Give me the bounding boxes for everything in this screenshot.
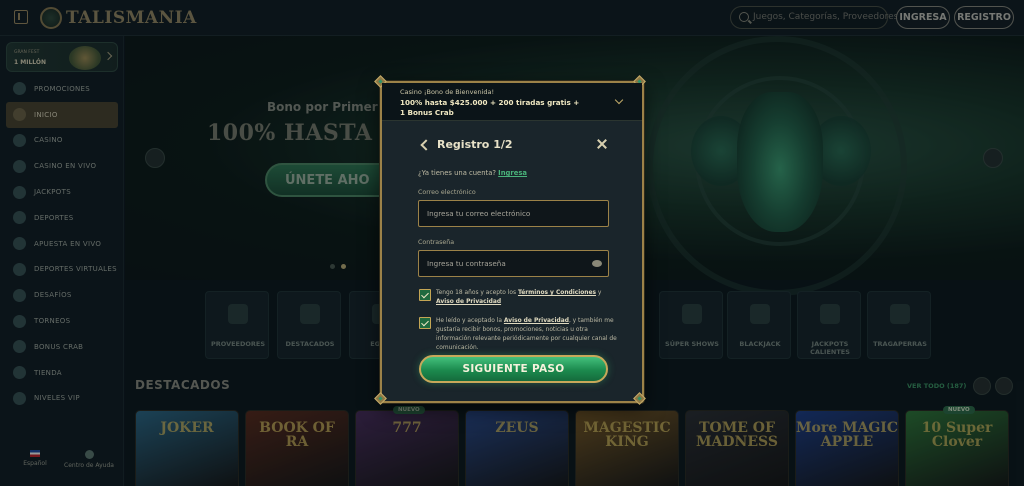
bonus-offer: 100% hasta $425.000 + 200 tiradas gratis… [400, 98, 580, 117]
show-password-icon[interactable] [592, 260, 602, 267]
terms-text: Tengo 18 años y acepto los Términos y Co… [436, 289, 618, 307]
back-arrow-icon[interactable] [420, 139, 432, 151]
password-input[interactable] [419, 251, 608, 276]
terms-text-2: y [597, 290, 602, 296]
password-label: Contraseña [418, 239, 455, 246]
chevron-down-icon[interactable] [614, 95, 624, 105]
welcome-bonus-bar[interactable]: Casino ¡Bono de Bienvenida! 100% hasta $… [382, 83, 642, 121]
email-field[interactable] [418, 200, 609, 227]
email-label: Correo electrónico [418, 189, 476, 196]
close-icon[interactable] [596, 138, 608, 150]
next-step-label: SIGUIENTE PASO [462, 363, 565, 375]
password-field[interactable] [418, 250, 609, 277]
have-account-label: ¿Ya tienes una cuenta? [418, 169, 496, 177]
consent-text: He leído y aceptado la Aviso de Privacid… [436, 317, 618, 353]
login-link[interactable]: Ingresa [498, 169, 527, 177]
terms-text-1: Tengo 18 años y acepto los [436, 290, 517, 296]
terms-link[interactable]: Términos y Condiciones [518, 290, 596, 296]
next-step-button[interactable]: SIGUIENTE PASO [419, 355, 608, 383]
privacy-link[interactable]: Aviso de Privacidad [436, 299, 501, 305]
bonus-caption: Casino ¡Bono de Bienvenida! [400, 88, 495, 96]
marketing-consent-checkbox[interactable] [419, 317, 431, 329]
registration-modal: Casino ¡Bono de Bienvenida! 100% hasta $… [374, 75, 646, 405]
modal-title: Registro 1/2 [437, 138, 513, 151]
terms-checkbox[interactable] [419, 289, 431, 301]
have-account-text: ¿Ya tienes una cuenta? Ingresa [418, 169, 527, 177]
consent-privacy-link[interactable]: Aviso de Privacidad [504, 318, 569, 324]
consent-text-1: He leído y aceptado la [436, 318, 502, 324]
email-input[interactable] [419, 201, 608, 226]
